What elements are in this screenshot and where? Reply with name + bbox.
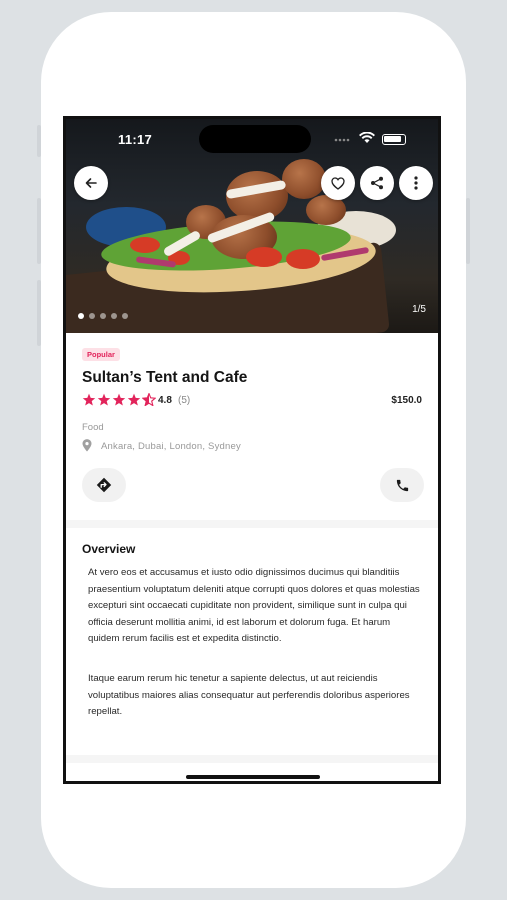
locations-text: Ankara, Dubai, London, Sydney (101, 441, 241, 452)
carousel-dot[interactable] (78, 313, 84, 319)
tomato (130, 237, 160, 253)
image-counter: 1/5 (412, 304, 426, 315)
carousel-dot[interactable] (111, 313, 117, 319)
directions-icon (96, 477, 112, 493)
directions-button[interactable] (82, 468, 126, 502)
carousel-pagination[interactable] (78, 313, 128, 319)
star-icon (82, 393, 96, 406)
phone-side-button-right (466, 198, 470, 264)
dynamic-island (199, 125, 311, 153)
star-icon (112, 393, 126, 406)
overview-paragraph-2: Itaque earum rerum hic tenetur a sapient… (88, 673, 410, 717)
place-title: Sultan’s Tent and Cafe (82, 369, 248, 386)
tomato (246, 247, 282, 267)
star-rating (82, 393, 156, 406)
status-bar: 11:17 (66, 119, 438, 159)
popular-badge: Popular (82, 348, 120, 361)
half-star-icon (142, 393, 156, 406)
location-pin-icon (82, 439, 92, 452)
heart-icon (331, 176, 345, 190)
favorite-button[interactable] (321, 166, 355, 200)
battery-icon (382, 134, 406, 145)
phone-icon (396, 479, 408, 491)
section-divider (66, 755, 438, 763)
app-screen: 11:17 1/5 Popular Sultan’s Tent and Cafe… (63, 116, 441, 784)
tomato (286, 249, 320, 269)
carousel-dot[interactable] (122, 313, 128, 319)
status-time: 11:17 (118, 132, 153, 147)
star-icon (127, 393, 141, 406)
hero-image-carousel[interactable]: 11:17 1/5 (66, 119, 438, 333)
star-icon (97, 393, 111, 406)
call-button[interactable] (380, 468, 424, 502)
more-options-button[interactable] (399, 166, 433, 200)
more-vertical-icon (414, 176, 418, 190)
section-divider (66, 520, 438, 528)
overview-heading: Overview (82, 542, 136, 556)
home-indicator[interactable] (186, 775, 320, 779)
back-arrow-icon (85, 178, 97, 188)
back-button[interactable] (74, 166, 108, 200)
rating-count: (5) (178, 395, 191, 406)
carousel-dot[interactable] (89, 313, 95, 319)
price: $150.0 (391, 395, 422, 406)
share-icon (371, 176, 383, 190)
rating-value: 4.8 (158, 395, 172, 406)
signal-icon (334, 138, 350, 142)
falafel (282, 159, 326, 199)
carousel-dot[interactable] (100, 313, 106, 319)
category-label: Food (82, 422, 104, 433)
overview-paragraph-1: At vero eos et accusamus et iusto odio d… (88, 567, 420, 644)
share-button[interactable] (360, 166, 394, 200)
wifi-icon (359, 132, 375, 143)
